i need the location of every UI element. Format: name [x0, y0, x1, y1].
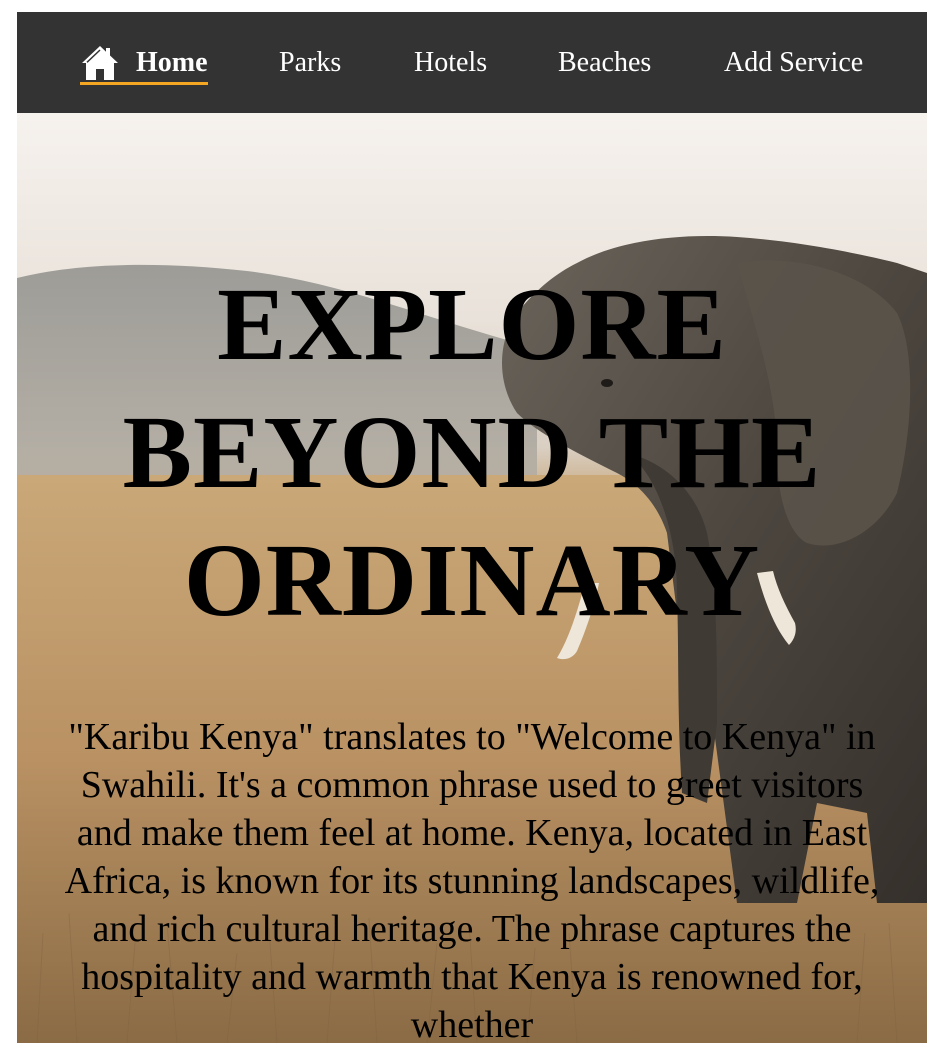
- nav-add-service-link[interactable]: Add Service: [724, 12, 863, 113]
- nav-beaches-link[interactable]: Beaches: [558, 12, 651, 113]
- nav-hotels-link[interactable]: Hotels: [414, 12, 487, 113]
- hero-section: EXPLORE BEYOND THE ORDINARY "Karibu Keny…: [17, 113, 927, 1043]
- top-navbar: Home Parks Hotels Beaches Add Service: [17, 12, 927, 113]
- hero-description: "Karibu Kenya" translates to "Welcome to…: [64, 716, 880, 1043]
- hero-title: EXPLORE BEYOND THE ORDINARY: [122, 267, 822, 638]
- nav-home-link[interactable]: Home: [80, 12, 208, 113]
- home-icon: [82, 45, 118, 80]
- nav-home-label: Home: [136, 46, 208, 78]
- nav-parks-link[interactable]: Parks: [279, 12, 341, 113]
- page: Home Parks Hotels Beaches Add Service EX…: [17, 12, 927, 1043]
- active-underline: [80, 82, 208, 85]
